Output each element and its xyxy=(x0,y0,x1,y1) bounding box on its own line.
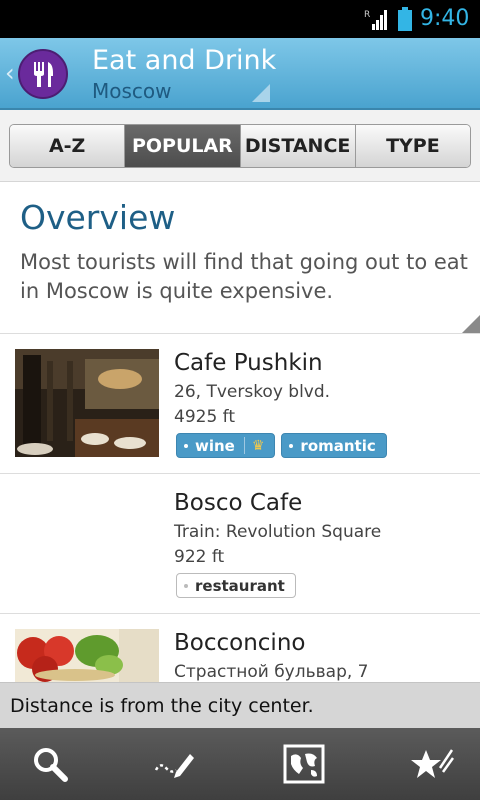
sort-tabs: A-Z POPULAR DISTANCE TYPE xyxy=(9,124,471,168)
place-tags: wine ♛ romantic xyxy=(176,433,387,458)
tag-label: restaurant xyxy=(195,576,285,595)
distance-note: Distance is from the city center. xyxy=(0,682,480,728)
overview-text: Most tourists will find that going out t… xyxy=(20,250,468,303)
tag-separator xyxy=(243,437,245,454)
list-item[interactable]: Bocconcino Страстной бульвар, 7 xyxy=(0,614,480,682)
tab-type[interactable]: TYPE xyxy=(355,125,470,167)
fork-knife-icon[interactable] xyxy=(18,49,68,99)
sort-tabs-bar: A-Z POPULAR DISTANCE TYPE xyxy=(0,110,480,182)
place-address: Train: Revolution Square xyxy=(174,522,382,542)
search-icon[interactable] xyxy=(28,742,72,786)
place-address: Страстной бульвар, 7 xyxy=(174,662,369,682)
place-distance: 922 ft xyxy=(174,547,225,567)
places-list[interactable]: Cafe Pushkin 26, Tverskoy blvd. 4925 ft … xyxy=(0,334,480,682)
place-name: Bocconcino xyxy=(174,630,306,656)
list-item[interactable]: Cafe Pushkin 26, Tverskoy blvd. 4925 ft … xyxy=(0,334,480,474)
tag-wine[interactable]: wine ♛ xyxy=(176,433,276,458)
tab-a-z[interactable]: A-Z xyxy=(10,125,126,167)
favorites-icon[interactable] xyxy=(410,742,454,786)
tab-distance[interactable]: DISTANCE xyxy=(240,125,356,167)
tag-label: wine xyxy=(195,436,235,455)
city-selector[interactable]: Moscow xyxy=(92,78,172,104)
overview-section[interactable]: Overview Most tourists will find that go… xyxy=(0,182,480,334)
bottom-toolbar xyxy=(0,728,480,800)
place-distance: 4925 ft xyxy=(174,407,236,427)
edit-note-icon[interactable] xyxy=(152,742,196,786)
roaming-indicator: R xyxy=(364,10,370,20)
clock: 9:40 xyxy=(420,6,470,31)
distance-note-text: Distance is from the city center. xyxy=(10,695,314,717)
crown-icon: ♛ xyxy=(251,437,265,454)
map-icon[interactable] xyxy=(282,742,326,786)
place-name: Bosco Cafe xyxy=(174,490,303,516)
tag-restaurant[interactable]: restaurant xyxy=(176,573,296,598)
place-name: Cafe Pushkin xyxy=(174,350,323,376)
place-photo xyxy=(15,629,159,682)
tab-popular[interactable]: POPULAR xyxy=(125,125,241,167)
list-item[interactable]: Bosco Cafe Train: Revolution Square 922 … xyxy=(0,474,480,614)
tag-label: romantic xyxy=(300,436,376,455)
place-tags: restaurant xyxy=(176,573,296,598)
signal-icon: R xyxy=(364,10,387,30)
back-icon[interactable]: ‹ xyxy=(5,58,15,88)
battery-icon xyxy=(398,7,412,31)
dropdown-corner-icon[interactable] xyxy=(252,84,270,102)
overview-heading: Overview xyxy=(20,198,176,237)
place-address: 26, Tverskoy blvd. xyxy=(174,382,331,402)
place-photo xyxy=(15,349,159,457)
tag-romantic[interactable]: romantic xyxy=(281,433,387,458)
status-bar: R 9:40 xyxy=(0,0,480,38)
action-bar: ‹ Eat and Drink Moscow xyxy=(0,38,480,110)
expand-corner-icon[interactable] xyxy=(462,315,480,333)
screen-title: Eat and Drink xyxy=(92,45,277,76)
